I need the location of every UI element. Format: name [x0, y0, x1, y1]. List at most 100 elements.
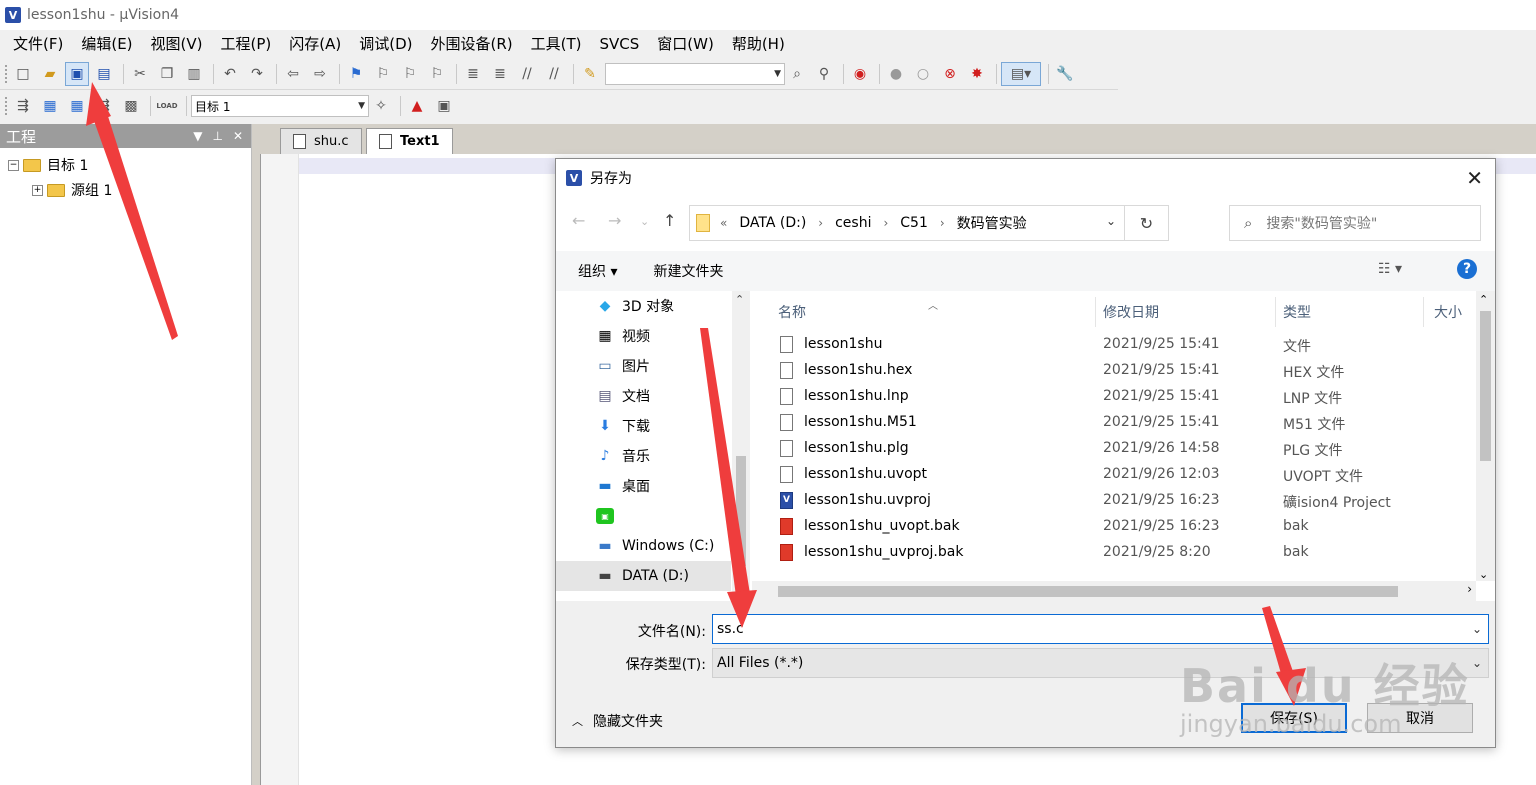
breadcrumb-ceshi[interactable]: ceshi	[835, 215, 871, 231]
save-all-icon[interactable]: ▤	[92, 62, 116, 86]
breakpoint-enable-icon[interactable]: ○	[911, 62, 935, 86]
chevron-right-icon[interactable]: ›	[818, 216, 823, 230]
tree-expander[interactable]: +	[32, 184, 43, 196]
search-input[interactable]: ⌕ 搜索"数码管实验"	[1229, 205, 1481, 241]
menu-window[interactable]: 窗口(W)	[648, 30, 723, 58]
column-header-date[interactable]: 修改日期	[1096, 297, 1276, 327]
chevron-right-icon[interactable]: ›	[883, 216, 888, 230]
bookmark-prev-icon[interactable]: ⚐	[371, 62, 395, 86]
new-folder-button[interactable]: 新建文件夹	[653, 261, 723, 281]
filename-input[interactable]: ss.c ⌄	[712, 614, 1489, 644]
debug-session-icon[interactable]: ◉	[848, 62, 872, 86]
column-header-name[interactable]: 名称 ︿	[752, 297, 1096, 327]
view-options-icon[interactable]: ☷ ▾	[1378, 261, 1402, 277]
incremental-find-icon[interactable]: ⚲	[812, 62, 836, 86]
nav-item-drive-d[interactable]: ▬ DATA (D:)	[556, 561, 731, 591]
table-row[interactable]: lesson1shu.hex 2021/9/25 15:41 HEX 文件	[752, 358, 1472, 384]
translate-icon[interactable]: ⇶	[11, 94, 35, 118]
breadcrumb-c51[interactable]: C51	[900, 215, 928, 231]
uncomment-icon[interactable]: //	[542, 62, 566, 86]
menu-tools[interactable]: 工具(T)	[522, 30, 591, 58]
nav-back-icon[interactable]: ⇦	[281, 62, 305, 86]
file-list-vertical-scrollbar[interactable]: ⌃ ⌄	[1476, 291, 1495, 581]
column-header-type[interactable]: 类型	[1276, 297, 1424, 327]
bookmark-icon[interactable]: ⚑	[344, 62, 368, 86]
menu-debug[interactable]: 调试(D)	[350, 30, 421, 58]
tree-expander[interactable]: −	[8, 159, 19, 171]
scroll-thumb[interactable]	[736, 456, 746, 566]
new-file-icon[interactable]: □	[11, 62, 35, 86]
nav-item-iqiyi[interactable]: ▣	[596, 501, 622, 531]
nav-item-downloads[interactable]: ⬇ 下载	[596, 411, 650, 441]
nav-item-documents[interactable]: ▤ 文档	[596, 381, 650, 411]
redo-icon[interactable]: ↷	[245, 62, 269, 86]
chevron-right-icon[interactable]: ›	[940, 216, 945, 230]
table-row[interactable]: V lesson1shu.uvproj 2021/9/25 16:23 礦isi…	[752, 488, 1472, 514]
table-row[interactable]: lesson1shu_uvproj.bak 2021/9/25 8:20 bak	[752, 540, 1472, 566]
window-layout-icon[interactable]: ▤▾	[1001, 61, 1041, 86]
table-row[interactable]: lesson1shu 2021/9/25 15:41 文件	[752, 332, 1472, 358]
forward-arrow-icon[interactable]: →	[608, 211, 621, 230]
menu-flash[interactable]: 闪存(A)	[280, 30, 350, 58]
indent-icon[interactable]: ≣	[461, 62, 485, 86]
hide-folders-toggle[interactable]: ︿ 隐藏文件夹	[572, 711, 663, 731]
toolbar-grip[interactable]	[4, 96, 8, 116]
download-load-icon[interactable]: LOAD	[155, 94, 179, 118]
breakpoint-kill-icon[interactable]: ✸	[965, 62, 989, 86]
copy-icon[interactable]: ❐	[155, 62, 179, 86]
undo-icon[interactable]: ↶	[218, 62, 242, 86]
scroll-right-icon[interactable]: ›	[1467, 582, 1472, 596]
nav-item-music[interactable]: ♪ 音乐	[596, 441, 650, 471]
menu-edit[interactable]: 编辑(E)	[72, 30, 141, 58]
nav-item-drive-c[interactable]: ▬ Windows (C:)	[596, 531, 714, 561]
menu-file[interactable]: 文件(F)	[4, 30, 72, 58]
stop-build-icon[interactable]: ▩	[119, 94, 143, 118]
breakpoint-insert-icon[interactable]: ●	[884, 62, 908, 86]
find-combo[interactable]: ▼	[605, 62, 785, 85]
organize-button[interactable]: 组织 ▾	[578, 261, 617, 281]
pin-icon[interactable]: ⊥	[212, 129, 222, 143]
bookmark-next-icon[interactable]: ⚐	[398, 62, 422, 86]
address-bar[interactable]: « DATA (D:) › ceshi › C51 › 数码管实验 ⌄ ↻	[689, 205, 1169, 241]
chevron-down-icon[interactable]: ⌄	[1106, 214, 1116, 228]
breadcrumb-overflow[interactable]: «	[720, 216, 727, 230]
tab-text1[interactable]: Text1	[366, 128, 453, 154]
nav-item-videos[interactable]: ▦ 视频	[596, 321, 650, 351]
column-header-size[interactable]: 大小	[1424, 297, 1476, 327]
scroll-down-icon[interactable]: ⌄	[1479, 568, 1488, 581]
cut-icon[interactable]: ✂	[128, 62, 152, 86]
breakpoint-disable-icon[interactable]: ⊗	[938, 62, 962, 86]
recent-locations-icon[interactable]: ⌄	[640, 215, 649, 228]
pane-menu-icon[interactable]: ▼	[193, 129, 202, 143]
toolbar-grip[interactable]	[4, 63, 8, 84]
comment-icon[interactable]: //	[515, 62, 539, 86]
tree-item-source-group[interactable]: + 源组 1	[32, 180, 112, 200]
manage-components-icon[interactable]: ▲	[405, 94, 429, 118]
bookmark-clear-icon[interactable]: ⚐	[425, 62, 449, 86]
menu-view[interactable]: 视图(V)	[142, 30, 212, 58]
open-folder-icon[interactable]: ▰	[38, 62, 62, 86]
up-arrow-icon[interactable]: ↑	[663, 211, 676, 230]
find-in-files-icon[interactable]: ✎	[578, 62, 602, 86]
help-icon[interactable]: ?	[1457, 259, 1477, 279]
scroll-up-icon[interactable]: ⌃	[735, 293, 744, 306]
select-device-icon[interactable]: ▣	[432, 94, 456, 118]
paste-icon[interactable]: ▥	[182, 62, 206, 86]
table-row[interactable]: lesson1shu.plg 2021/9/26 14:58 PLG 文件	[752, 436, 1472, 462]
rebuild-icon[interactable]: ▦	[65, 94, 89, 118]
configure-tools-icon[interactable]: 🔧	[1053, 62, 1077, 86]
nav-item-3d-objects[interactable]: ◆ 3D 对象	[596, 291, 675, 321]
unindent-icon[interactable]: ≣	[488, 62, 512, 86]
file-list-horizontal-scrollbar[interactable]: ›	[752, 581, 1476, 601]
back-arrow-icon[interactable]: ←	[572, 211, 585, 230]
nav-forward-icon[interactable]: ⇨	[308, 62, 332, 86]
breadcrumb-current[interactable]: 数码管实验	[957, 213, 1027, 233]
nav-item-pictures[interactable]: ▭ 图片	[596, 351, 650, 381]
breadcrumb-drive[interactable]: DATA (D:)	[739, 215, 806, 231]
find-icon[interactable]: ⌕	[785, 62, 809, 86]
close-icon[interactable]: ✕	[1466, 166, 1483, 190]
table-row[interactable]: lesson1shu.lnp 2021/9/25 15:41 LNP 文件	[752, 384, 1472, 410]
menu-help[interactable]: 帮助(H)	[723, 30, 794, 58]
table-row[interactable]: lesson1shu.M51 2021/9/25 15:41 M51 文件	[752, 410, 1472, 436]
chevron-down-icon[interactable]: ⌄	[1472, 615, 1482, 643]
